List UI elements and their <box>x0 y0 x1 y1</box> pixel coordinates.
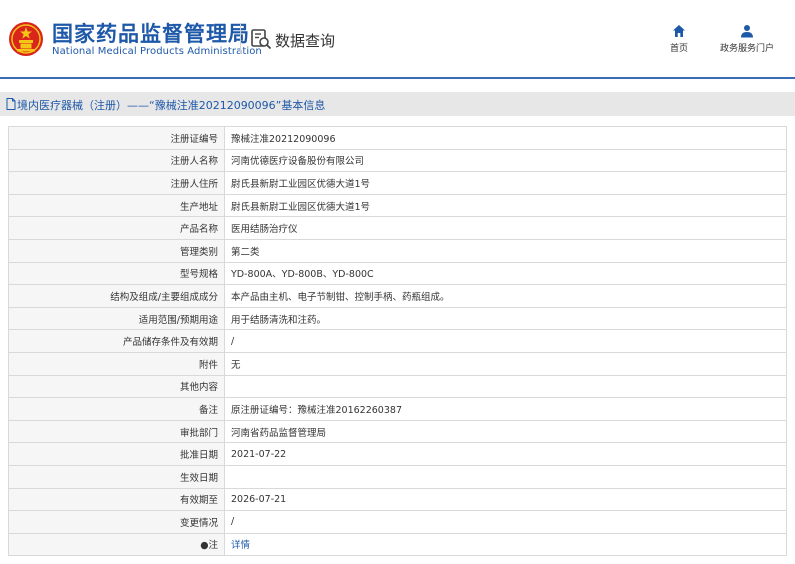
nav-service-portal-label: 政务服务门户 <box>719 44 774 54</box>
table-row: 生产地址 尉氏县新尉工业园区优德大道1号 <box>8 193 787 218</box>
table-row: 注册人名称 河南优德医疗设备股份有限公司 <box>8 148 787 173</box>
field-label: 备注 <box>8 397 225 421</box>
header-divider <box>240 24 241 54</box>
home-icon <box>673 25 685 37</box>
table-row: 其他内容 <box>8 374 787 399</box>
field-value: 豫械注准20212090096 <box>224 126 787 150</box>
field-label: 注册人住所 <box>8 171 225 195</box>
field-value: 用于结肠清洗和注药。 <box>224 306 787 331</box>
field-value <box>224 464 787 489</box>
field-value: 原注册证编号：豫械注准20162260387 <box>224 397 787 421</box>
field-value: / <box>224 329 787 353</box>
breadcrumb-text: 境内医疗器械（注册）——“豫械注准20212090096”基本信息 <box>17 99 326 112</box>
field-label: 管理类别 <box>8 238 225 263</box>
field-value: / <box>224 510 787 534</box>
field-label: 生产地址 <box>8 193 225 218</box>
field-label: ●注 <box>8 532 225 557</box>
table-row: 有效期至 2026-07-21 <box>8 487 787 512</box>
table-row: 备注 原注册证编号：豫械注准20162260387 <box>8 397 787 421</box>
field-label: 产品储存条件及有效期 <box>8 329 225 353</box>
brand-name-cn: 国家药品监督管理局 <box>52 22 250 46</box>
field-label: 其他内容 <box>8 374 225 399</box>
field-value: 河南省药品监督管理局 <box>224 419 787 444</box>
document-icon <box>6 98 16 110</box>
table-row: 生效日期 <box>8 464 787 489</box>
table-row: 产品名称 医用结肠治疗仪 <box>8 216 787 240</box>
field-label: 有效期至 <box>8 487 225 512</box>
field-value: 本产品由主机、电子节制钳、控制手柄、药瓶组成。 <box>224 284 787 308</box>
field-label: 产品名称 <box>8 216 225 240</box>
field-label: 变更情况 <box>8 510 225 534</box>
table-row: 注册证编号 豫械注准20212090096 <box>8 126 787 150</box>
field-label: 生效日期 <box>8 464 225 489</box>
registration-info-table: 注册证编号 豫械注准20212090096 注册人名称 河南优德医疗设备股份有限公司注… <box>8 126 787 557</box>
data-search-icon <box>251 29 272 50</box>
field-label: 适用范围/预期用途 <box>8 306 225 331</box>
field-value: 详情 <box>224 532 787 557</box>
page-title: 数据查询 <box>275 32 336 50</box>
table-row: 适用范围/预期用途 用于结肠清洗和注药。 <box>8 306 787 331</box>
site-header: 国家药品监督管理局 National Medical Products Admi… <box>0 0 795 78</box>
field-label: 型号规格 <box>8 261 225 286</box>
nav-service-portal[interactable]: 政务服务门户 <box>710 24 784 54</box>
table-row: 注册人住所 尉氏县新尉工业园区优德大道1号 <box>8 171 787 195</box>
table-row: 型号规格 YD-800A、YD-800B、YD-800C <box>8 261 787 286</box>
nav-home[interactable]: 首页 <box>662 24 696 54</box>
nav-home-label: 首页 <box>669 44 688 54</box>
table-row: 管理类别 第二类 <box>8 238 787 263</box>
table-row: ●注 详情 <box>8 532 787 557</box>
field-label: 批准日期 <box>8 442 225 466</box>
field-value <box>224 374 787 399</box>
national-emblem-icon <box>9 22 43 56</box>
table-row: 产品储存条件及有效期 / <box>8 329 787 353</box>
field-value: YD-800A、YD-800B、YD-800C <box>224 261 787 286</box>
header-underline <box>0 77 795 79</box>
field-label: 注册人名称 <box>8 148 225 173</box>
field-value: 2026-07-21 <box>224 487 787 512</box>
field-label: 附件 <box>8 351 225 376</box>
field-value: 尉氏县新尉工业园区优德大道1号 <box>224 193 787 218</box>
table-row: 结构及组成/主要组成成分 本产品由主机、电子节制钳、控制手柄、药瓶组成。 <box>8 284 787 308</box>
table-row: 审批部门 河南省药品监督管理局 <box>8 419 787 444</box>
field-label: 注册证编号 <box>8 126 225 150</box>
field-label: 结构及组成/主要组成成分 <box>8 284 225 308</box>
table-row: 附件无 <box>8 351 787 376</box>
user-icon <box>741 25 753 38</box>
table-row: 批准日期 2021-07-22 <box>8 442 787 466</box>
field-value: 无 <box>224 351 787 376</box>
field-value: 河南优德医疗设备股份有限公司 <box>224 148 787 173</box>
details-link[interactable]: 详情 <box>231 540 250 551</box>
field-value: 第二类 <box>224 238 787 263</box>
table-row: 变更情况 / <box>8 510 787 534</box>
brand-name-en: National Medical Products Administration <box>52 46 262 57</box>
breadcrumb: 境内医疗器械（注册）——“豫械注准20212090096”基本信息 <box>0 92 795 116</box>
field-value: 2021-07-22 <box>224 442 787 466</box>
field-value: 尉氏县新尉工业园区优德大道1号 <box>224 171 787 195</box>
field-value: 医用结肠治疗仪 <box>224 216 787 240</box>
field-label: 审批部门 <box>8 419 225 444</box>
